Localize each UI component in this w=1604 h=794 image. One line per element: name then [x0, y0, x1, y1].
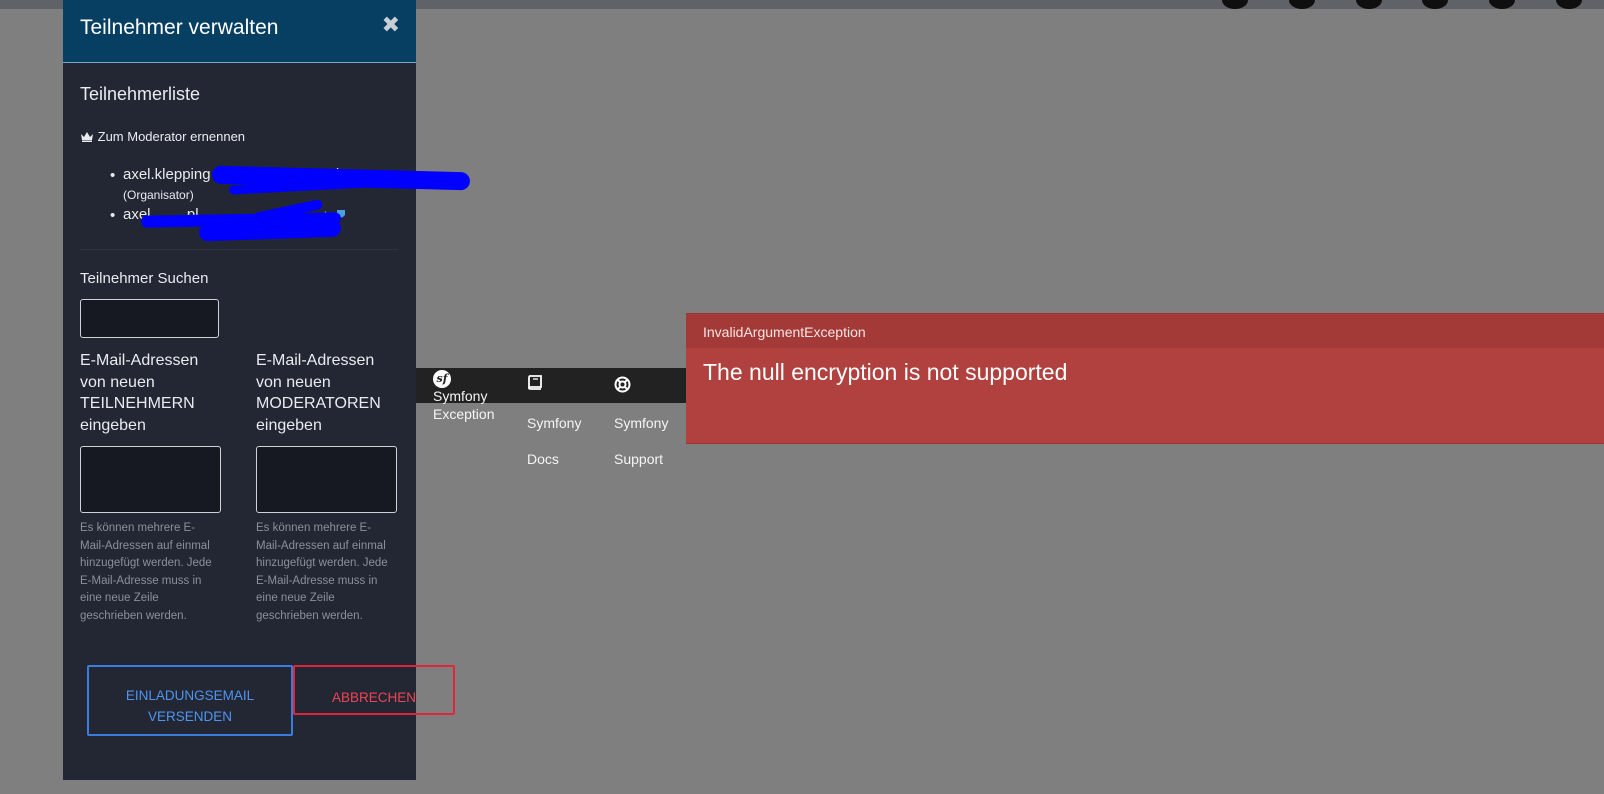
toolbar-icon-3[interactable]	[1355, 0, 1382, 9]
crown-icon	[81, 132, 93, 142]
exception-box: InvalidArgumentException The null encryp…	[686, 313, 1604, 444]
participants-email-help: Es können mehrere E-Mail-Adressen auf ei…	[80, 522, 212, 622]
list-bullet: •	[110, 167, 116, 184]
symfony-exception-link[interactable]: sf	[433, 369, 451, 388]
redaction-scribble	[198, 219, 342, 242]
send-invitation-button[interactable]: EINLADUNGSEMAIL VERSENDEN	[87, 665, 293, 736]
symfony-support-line1[interactable]: Symfony	[614, 415, 668, 431]
moderators-email-help: Es können mehrere E-Mail-Adressen auf ei…	[256, 522, 388, 622]
symfony-exception-line1[interactable]: Symfony	[433, 388, 487, 404]
search-label: Teilnehmer Suchen	[80, 270, 209, 287]
modal-header: Teilnehmer verwalten ✖	[63, 0, 416, 63]
toolbar-icon-6[interactable]	[1555, 0, 1582, 9]
exception-class: InvalidArgumentException	[703, 324, 866, 340]
moderator-hint-label: Zum Moderator ernennen	[97, 129, 246, 144]
close-icon[interactable]: ✖	[382, 12, 400, 38]
exception-message: The null encryption is not supported	[703, 359, 1068, 385]
moderator-hint: Zum Moderator ernennen	[80, 129, 245, 144]
moderators-email-label: E-Mail-Adressen von neuen MODERATOREN ei…	[256, 352, 381, 434]
modal-title: Teilnehmer verwalten	[80, 16, 279, 39]
participants-email-textarea[interactable]	[80, 446, 221, 513]
symfony-docs-line1[interactable]: Symfony	[527, 415, 581, 431]
manage-participants-modal: Teilnehmer verwalten ✖ Teilnehmerliste Z…	[63, 0, 471, 780]
participant-name: axel.klepping	[123, 166, 211, 183]
participant-list-title: Teilnehmerliste	[80, 84, 201, 104]
lifebuoy-icon[interactable]	[614, 376, 631, 396]
symfony-docs-line2[interactable]: Docs	[527, 451, 559, 467]
divider	[80, 249, 398, 250]
symfony-support-line2[interactable]: Support	[614, 451, 663, 467]
participants-email-label: E-Mail-Adressen von neuen TEILNEHMERN ei…	[80, 352, 199, 434]
top-toolbar-icons	[1222, 0, 1582, 9]
toolbar-icon-5[interactable]	[1489, 0, 1516, 9]
toolbar-icon-4[interactable]	[1422, 0, 1449, 9]
send-invitation-line1: EINLADUNGSEMAIL	[125, 688, 255, 703]
toolbar-icon-2[interactable]	[1288, 0, 1315, 9]
toolbar-icon-1[interactable]	[1222, 0, 1248, 9]
symfony-exception-line2[interactable]: Exception	[433, 406, 494, 422]
cancel-button[interactable]: ABBRECHEN	[293, 665, 455, 715]
symfony-logo-icon: sf	[433, 370, 451, 388]
list-bullet: •	[110, 207, 116, 224]
send-invitation-line2: VERSENDEN	[147, 709, 233, 724]
book-icon[interactable]	[527, 375, 543, 393]
participant-search-input[interactable]	[80, 299, 219, 338]
moderators-email-textarea[interactable]	[256, 446, 397, 513]
